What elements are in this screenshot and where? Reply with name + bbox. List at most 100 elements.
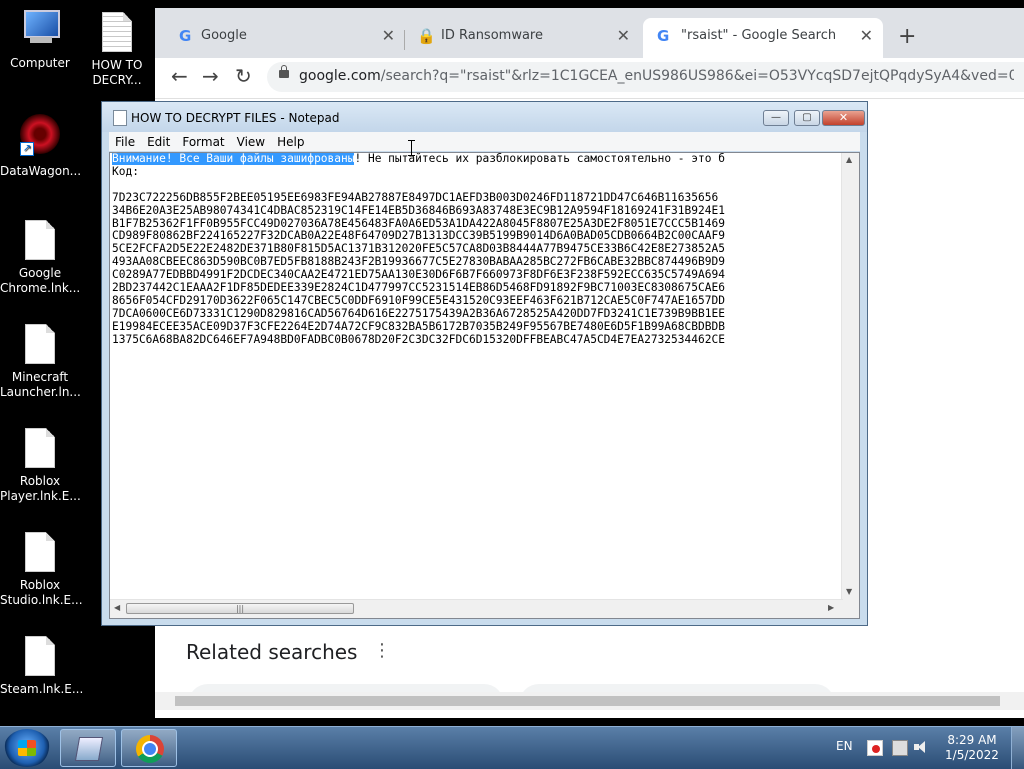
start-button[interactable] <box>4 729 50 767</box>
action-center-flag-icon[interactable] <box>867 740 883 756</box>
notepad-window: HOW TO DECRYPT FILES - Notepad — ▢ ✕ Fil… <box>101 101 868 626</box>
desktop-icon-label: Steam.lnk.E... <box>0 682 84 696</box>
horizontal-scrollbar[interactable] <box>155 692 1024 710</box>
new-tab-button[interactable]: + <box>898 24 916 49</box>
close-button[interactable]: ✕ <box>822 110 865 126</box>
code-line: B1F7B25362F1FF0B955FCC49D027036A78E45648… <box>112 216 725 230</box>
back-arrow-icon[interactable]: ← <box>171 64 188 88</box>
tab-close-icon[interactable]: ✕ <box>382 26 395 45</box>
scrollbar-thumb[interactable]: ||| <box>126 603 354 614</box>
text-editor[interactable]: Внимание! Все Ваши файлы зашифрованы! Не… <box>109 152 860 619</box>
code-line: 493AA08CBEEC863D590BC0B7ED5FB8188B243F2B… <box>112 255 725 269</box>
desktop-icon-label: HOW TO DECRY... <box>91 58 143 87</box>
scroll-left-icon[interactable]: ◀ <box>114 603 120 612</box>
tab-close-icon[interactable]: ✕ <box>617 26 630 45</box>
menu-edit[interactable]: Edit <box>141 132 176 151</box>
horizontal-scrollbar[interactable]: ◀ ||| ▶ <box>110 599 843 618</box>
file-icon <box>25 532 55 572</box>
browser-toolbar: ← → ↻ google.com/search?q="rsaist"&rlz=1… <box>155 58 1024 99</box>
address-bar[interactable]: google.com/search?q="rsaist"&rlz=1C1GCEA… <box>267 62 1024 92</box>
document-text[interactable]: Внимание! Все Ваши файлы зашифрованы! Не… <box>112 153 842 600</box>
text-cursor-icon <box>408 140 415 156</box>
text-file-icon <box>102 12 132 52</box>
taskbar-chrome-button[interactable] <box>121 729 177 767</box>
code-line: 1375C6A68BA82DC646EF7A948BD0FADBC0B0678D… <box>112 332 725 346</box>
notepad-titlebar[interactable]: HOW TO DECRYPT FILES - Notepad — ▢ ✕ <box>102 102 867 132</box>
scrollbar-thumb[interactable] <box>175 696 1000 706</box>
menu-bar: File Edit Format View Help <box>109 132 860 151</box>
tab-title: "rsaist" - Google Search <box>681 28 837 43</box>
code-line: 7DCA0600CE6D73331C1290D829816CAD56764D61… <box>112 306 725 320</box>
minimize-button[interactable]: — <box>763 110 789 126</box>
volume-icon[interactable] <box>914 740 928 754</box>
google-icon: G <box>179 27 192 45</box>
code-line: CD989F80862BF224165227F32DCAB0A22E48F647… <box>112 229 725 243</box>
desktop-icon-label: Minecraft Launcher.ln... <box>0 370 81 399</box>
tab-bar: G Google ✕ 🔒 ID Ransomware ✕ G "rsaist" … <box>155 8 1024 58</box>
code-label: Код: <box>112 164 139 178</box>
datawagon-icon: ↗ <box>20 114 60 156</box>
maximize-button[interactable]: ▢ <box>794 110 820 126</box>
notepad-icon <box>113 110 127 126</box>
file-icon <box>25 324 55 364</box>
file-icon <box>25 428 55 468</box>
system-clock[interactable]: 8:29 AM 1/5/2022 <box>940 733 1004 763</box>
reload-icon[interactable]: ↻ <box>235 64 252 88</box>
notepad-icon <box>74 737 104 761</box>
scroll-up-icon[interactable]: ▲ <box>846 155 852 164</box>
file-icon <box>25 220 55 260</box>
google-icon: G <box>657 27 670 45</box>
related-searches-heading: Related searches <box>186 640 358 664</box>
desktop-icon-label: Roblox Player.lnk.E... <box>0 474 81 503</box>
desktop-icon-datawagon[interactable]: ↗ DataWagon... <box>0 114 82 179</box>
code-line: E19984ECEE35ACE09D37F3CFE2264E2D74A72CF9… <box>112 319 725 333</box>
tab-rsaist-search[interactable]: G "rsaist" - Google Search ✕ <box>643 18 883 58</box>
url-host: google.com <box>299 68 381 84</box>
network-icon[interactable] <box>892 740 908 756</box>
code-line: 5CE2FCFA2D5E22E2482DE371B80F815D5AC1371B… <box>112 242 725 256</box>
desktop-icon-label: DataWagon... <box>0 164 82 178</box>
scroll-right-icon[interactable]: ▶ <box>828 603 834 612</box>
desktop-icon-roblox-player[interactable]: Roblox Player.lnk.E... <box>0 428 81 504</box>
desktop-icon-google-chrome[interactable]: Google Chrome.lnk... <box>0 220 80 296</box>
url-text[interactable]: google.com/search?q="rsaist"&rlz=1C1GCEA… <box>299 68 1014 84</box>
desktop-icon-label: Roblox Studio.lnk.E... <box>0 578 83 607</box>
chrome-icon <box>136 735 164 763</box>
desktop-icon-how-to-decrypt[interactable]: HOW TO DECRY... <box>77 12 157 88</box>
scrollbar-corner <box>842 600 859 618</box>
taskbar-notepad-button[interactable] <box>60 729 116 767</box>
desktop-icon-steam[interactable]: Steam.lnk.E... <box>0 636 84 697</box>
lock-icon <box>279 65 289 78</box>
code-line: 7D23C722256DB855F2BEE05195EE6983FE94AB27… <box>112 190 719 204</box>
windows-logo-icon <box>18 740 36 756</box>
computer-icon <box>20 10 60 46</box>
selected-text: Внимание! Все Ваши файлы зашифрованы <box>112 153 355 165</box>
forward-arrow-icon[interactable]: → <box>202 64 219 88</box>
desktop-icon-minecraft[interactable]: Minecraft Launcher.ln... <box>0 324 81 400</box>
menu-format[interactable]: Format <box>176 132 230 151</box>
google-icon: 🔒 <box>417 27 436 45</box>
menu-view[interactable]: View <box>231 132 271 151</box>
menu-help[interactable]: Help <box>271 132 310 151</box>
clock-date: 1/5/2022 <box>945 748 999 762</box>
more-options-icon[interactable]: ⋮ <box>373 640 391 661</box>
desktop-icon-computer[interactable]: Computer <box>0 10 80 71</box>
clock-time: 8:29 AM <box>947 733 997 747</box>
vertical-scrollbar[interactable]: ▲ ▼ <box>841 153 859 600</box>
desktop-icon-roblox-studio[interactable]: Roblox Studio.lnk.E... <box>0 532 83 608</box>
language-indicator[interactable]: EN <box>836 739 853 753</box>
file-icon <box>25 636 55 676</box>
tab-title: ID Ransomware <box>441 28 543 43</box>
code-line: 34B6E20A3E25AB98074341C4DBAC852319C14FE1… <box>112 203 725 217</box>
tab-close-icon[interactable]: ✕ <box>860 26 873 45</box>
tab-google[interactable]: G Google ✕ <box>165 18 405 58</box>
code-line: 8656F054CFD29170D3622F065C147CBEC5C0DDF6… <box>112 293 725 307</box>
window-title: HOW TO DECRYPT FILES - Notepad <box>131 111 340 125</box>
shortcut-arrow-icon: ↗ <box>20 142 34 156</box>
code-line: 2BD237442C1EAAA2F1DF85DEDEE339E2824C1D47… <box>112 281 725 295</box>
menu-file[interactable]: File <box>109 132 141 151</box>
tab-id-ransomware[interactable]: 🔒 ID Ransomware ✕ <box>405 18 640 58</box>
show-desktop-button[interactable] <box>1011 727 1024 769</box>
desktop-icon-label: Google Chrome.lnk... <box>0 266 81 295</box>
scroll-down-icon[interactable]: ▼ <box>846 587 852 596</box>
